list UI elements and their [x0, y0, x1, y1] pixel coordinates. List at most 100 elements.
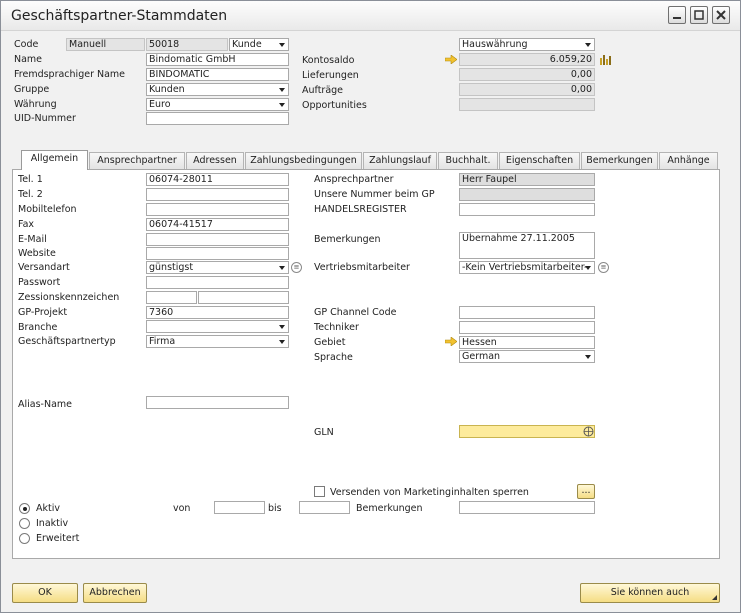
- active-radio[interactable]: [19, 503, 30, 514]
- to-date-field[interactable]: [299, 501, 350, 514]
- tel2-field[interactable]: [146, 188, 289, 201]
- cancel-button[interactable]: Abbrechen: [83, 583, 147, 603]
- mobile-label: Mobiltelefon: [18, 204, 77, 215]
- email-field[interactable]: [146, 233, 289, 246]
- language-select[interactable]: German: [459, 350, 595, 363]
- group-value: Kunden: [149, 84, 185, 95]
- chevron-down-icon: [584, 352, 593, 361]
- tab-zahlungslauf[interactable]: Zahlungslauf: [363, 152, 437, 169]
- ok-button[interactable]: OK: [12, 583, 78, 603]
- currency-mode-value: Hauswährung: [462, 39, 528, 50]
- remarks2-field[interactable]: [459, 501, 595, 514]
- contact-field[interactable]: Herr Faupel: [459, 173, 595, 186]
- from-date-field[interactable]: [214, 501, 265, 514]
- orders-field: 0,00: [459, 83, 595, 96]
- channel-field[interactable]: [459, 306, 595, 319]
- group-select[interactable]: Kunden: [146, 83, 289, 96]
- contact-label: Ansprechpartner: [314, 174, 394, 185]
- tel1-field[interactable]: 06074-28011: [146, 173, 289, 186]
- tab-adressen[interactable]: Adressen: [186, 152, 244, 169]
- tab-anhaenge[interactable]: Anhänge: [659, 152, 718, 169]
- tab-eigenschaften[interactable]: Eigenschaften: [499, 152, 580, 169]
- to-label: bis: [268, 503, 282, 514]
- email-label: E-Mail: [18, 234, 47, 245]
- password-field[interactable]: [146, 276, 289, 289]
- more-button[interactable]: ...: [577, 484, 595, 499]
- gln-field[interactable]: [459, 425, 595, 438]
- project-field[interactable]: 7360: [146, 306, 289, 319]
- advanced-radio[interactable]: [19, 533, 30, 544]
- chevron-down-icon: [278, 100, 287, 109]
- fax-label: Fax: [18, 219, 35, 230]
- tab-panel-allgemein: [12, 169, 720, 559]
- territory-label: Gebiet: [314, 337, 346, 348]
- type-value: Kunde: [232, 39, 262, 50]
- window-title: Geschäftspartner-Stammdaten: [11, 8, 228, 24]
- remarks-field[interactable]: Übernahme 27.11.2005: [459, 232, 595, 259]
- currency-value: Euro: [149, 99, 171, 110]
- marketing-block-checkbox[interactable]: [314, 486, 325, 497]
- gln-label: GLN: [314, 427, 334, 438]
- project-label: GP-Projekt: [18, 307, 68, 318]
- inactive-radio[interactable]: [19, 518, 30, 529]
- chevron-down-icon: [278, 337, 287, 346]
- territory-field[interactable]: Hessen: [459, 336, 595, 349]
- link-arrow-icon[interactable]: [445, 337, 457, 346]
- cession-field-1[interactable]: [146, 291, 197, 304]
- salesemp-select[interactable]: -Kein Vertriebsmitarbeiter-: [459, 261, 595, 274]
- cession-field-2[interactable]: [198, 291, 289, 304]
- type-select[interactable]: Kunde: [229, 38, 289, 51]
- website-field[interactable]: [146, 247, 289, 260]
- bptype-label: Geschäftspartnertyp: [18, 336, 116, 347]
- close-button[interactable]: [712, 6, 730, 24]
- chevron-down-icon: [278, 263, 287, 272]
- mobile-field[interactable]: [146, 203, 289, 216]
- you-can-also-button[interactable]: Sie können auch: [580, 583, 720, 603]
- from-label: von: [173, 503, 191, 514]
- bptype-select[interactable]: Firma: [146, 335, 289, 348]
- password-label: Passwort: [18, 277, 61, 288]
- salesemp-value: -Kein Vertriebsmitarbeiter-: [462, 262, 588, 273]
- bar-chart-icon[interactable]: [599, 53, 613, 66]
- tab-bemerkungen[interactable]: Bemerkungen: [581, 152, 658, 169]
- info-icon[interactable]: ≡: [598, 262, 609, 273]
- code-field[interactable]: 50018: [146, 38, 228, 51]
- ournum-field[interactable]: [459, 188, 595, 201]
- name-field[interactable]: Bindomatic GmbH: [146, 53, 289, 66]
- foreign-name-field[interactable]: BINDOMATIC: [146, 68, 289, 81]
- foreign-name-label: Fremdsprachiger Name: [14, 69, 126, 80]
- tab-ansprechpartner[interactable]: Ansprechpartner: [89, 152, 185, 169]
- fax-field[interactable]: 06074-41517: [146, 218, 289, 231]
- shipping-select[interactable]: günstigst: [146, 261, 289, 274]
- tech-field[interactable]: [459, 321, 595, 334]
- register-field[interactable]: [459, 203, 595, 216]
- chevron-down-icon: [278, 322, 287, 331]
- maximize-button[interactable]: [690, 6, 708, 24]
- remarks2-label: Bemerkungen: [356, 503, 423, 514]
- maximize-icon: [694, 10, 704, 20]
- minimize-icon: [673, 17, 681, 19]
- alias-field[interactable]: [146, 396, 289, 409]
- language-value: German: [462, 351, 501, 362]
- remarks-label: Bemerkungen: [314, 234, 381, 245]
- alias-label: Alias-Name: [18, 399, 73, 410]
- chevron-down-icon: [584, 40, 593, 49]
- corner-triangle-icon: [712, 595, 717, 600]
- currency-mode-select[interactable]: Hauswährung: [459, 38, 595, 51]
- deliveries-label: Lieferungen: [302, 70, 359, 81]
- tab-zahlungsbedingungen[interactable]: Zahlungsbedingungen: [245, 152, 362, 169]
- tab-allgemein[interactable]: Allgemein: [21, 150, 88, 170]
- channel-label: GP Channel Code: [314, 307, 397, 318]
- industry-select[interactable]: [146, 320, 289, 333]
- shipping-label: Versandart: [18, 262, 70, 273]
- minimize-button[interactable]: [668, 6, 686, 24]
- currency-select[interactable]: Euro: [146, 98, 289, 111]
- link-arrow-icon[interactable]: [445, 55, 457, 64]
- uid-field[interactable]: [146, 112, 289, 125]
- series-field[interactable]: Manuell: [66, 38, 145, 51]
- info-icon[interactable]: ≡: [291, 262, 302, 273]
- globe-icon[interactable]: [583, 426, 594, 437]
- tab-buchhaltung[interactable]: Buchhalt.: [438, 152, 498, 169]
- bptype-value: Firma: [149, 336, 176, 347]
- register-label: HANDELSREGISTER: [314, 204, 407, 215]
